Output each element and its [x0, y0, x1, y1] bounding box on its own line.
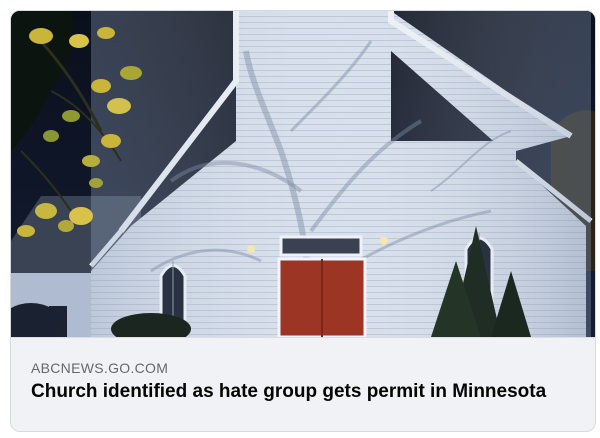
- church-photo: [11, 11, 595, 337]
- link-headline[interactable]: Church identified as hate group gets per…: [31, 380, 571, 404]
- link-preview-card[interactable]: ABCNEWS.GO.COM Church identified as hate…: [10, 10, 596, 432]
- link-domain: ABCNEWS.GO.COM: [31, 360, 169, 376]
- link-meta[interactable]: ABCNEWS.GO.COM Church identified as hate…: [11, 337, 595, 431]
- article-image[interactable]: [11, 11, 595, 337]
